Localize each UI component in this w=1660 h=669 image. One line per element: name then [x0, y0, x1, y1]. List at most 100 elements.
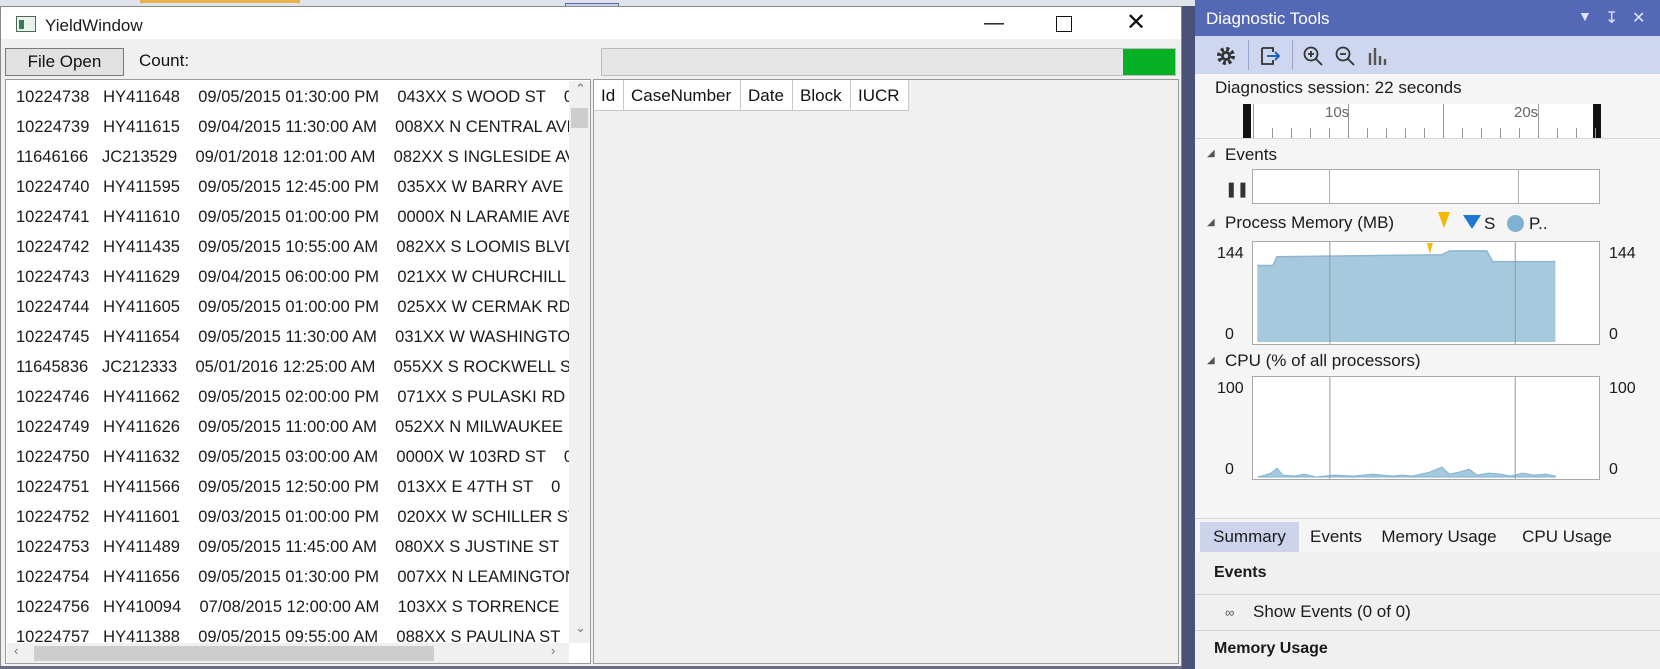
list-item[interactable]: 10224743 HY411629 09/04/2015 06:00:00 PM…	[16, 262, 590, 292]
data-grid[interactable]: Id CaseNumber Date Block IUCR	[593, 79, 1179, 664]
collapse-memory-icon[interactable]: ◢	[1207, 217, 1215, 228]
cpu-y-max-left: 100	[1217, 380, 1244, 397]
cpu-y-max-right: 100	[1609, 380, 1636, 397]
list-item[interactable]: 10224749 HY411626 09/05/2015 11:00:00 AM…	[16, 412, 563, 442]
timeline-tick	[1272, 128, 1273, 138]
events-section-title: Events	[1225, 145, 1277, 164]
list-item[interactable]: 10224753 HY411489 09/05/2015 11:45:00 AM…	[16, 532, 559, 562]
column-header[interactable]: Block	[793, 80, 851, 111]
vertical-scroll-thumb[interactable]	[571, 108, 588, 128]
timeline-tick	[1481, 128, 1482, 138]
divider	[1195, 518, 1660, 519]
cpu-section-title: CPU (% of all processors)	[1225, 351, 1421, 370]
scroll-down-icon[interactable]: ⌄	[575, 620, 586, 636]
divider	[1195, 594, 1660, 595]
select-tools-icon[interactable]	[1365, 44, 1389, 68]
tab-cpu-usage[interactable]: CPU Usage	[1507, 522, 1627, 552]
column-header[interactable]: IUCR	[851, 80, 909, 111]
column-header[interactable]: Id	[594, 80, 624, 111]
cpu-y-min-right: 0	[1609, 461, 1618, 478]
toolbar-separator	[1292, 40, 1293, 70]
count-label: Count:	[139, 51, 190, 70]
timeline-tick	[1595, 128, 1596, 138]
list-item[interactable]: 10224745 HY411654 09/05/2015 11:30:00 AM…	[16, 322, 582, 352]
cpu-chart[interactable]	[1252, 376, 1600, 480]
list-item[interactable]: 10224744 HY411605 09/05/2015 01:00:00 PM…	[16, 292, 571, 322]
record-listbox[interactable]: 10224738 HY411648 09/05/2015 01:30:00 PM…	[5, 79, 591, 664]
show-events-icon: ∞	[1225, 605, 1235, 620]
summary-pane: Events ∞ Show Events (0 of 0) Memory Usa…	[1195, 552, 1660, 669]
file-open-button[interactable]: File Open	[5, 48, 124, 76]
pause-icon[interactable]: ❚❚	[1225, 180, 1249, 198]
list-item[interactable]: 11645836 JC212333 05/01/2016 12:25:00 AM…	[16, 352, 581, 382]
list-item[interactable]: 10224756 HY410094 07/08/2015 12:00:00 AM…	[16, 592, 559, 622]
list-item[interactable]: 10224739 HY411615 09/04/2015 11:30:00 AM…	[16, 112, 578, 142]
timeline-start-marker[interactable]	[1243, 104, 1251, 138]
list-item[interactable]: 10224742 HY411435 09/05/2015 10:55:00 AM…	[16, 232, 577, 262]
tab-memory-usage[interactable]: Memory Usage	[1374, 522, 1504, 552]
timeline-tick-label: 20s	[1514, 104, 1539, 121]
timeline-tick	[1557, 128, 1558, 138]
gc-legend-icon	[1463, 215, 1481, 229]
events-track[interactable]	[1252, 169, 1600, 204]
timeline-tick	[1253, 104, 1254, 138]
list-item[interactable]: 10224752 HY411601 09/03/2015 01:00:00 PM…	[16, 502, 578, 532]
zoom-out-icon[interactable]	[1333, 44, 1357, 68]
timeline-ruler[interactable]: 10s 20s	[1243, 104, 1601, 138]
list-item[interactable]: 10224754 HY411656 09/05/2015 01:30:00 PM…	[16, 562, 577, 592]
timeline-tick	[1500, 128, 1501, 138]
list-item[interactable]: 10224746 HY411662 09/05/2015 02:00:00 PM…	[16, 382, 565, 412]
timeline-tick	[1367, 128, 1368, 138]
close-icon[interactable]: ✕	[1101, 7, 1171, 39]
minimize-icon[interactable]: —	[959, 7, 1029, 39]
pin-icon[interactable]: ↧	[1605, 8, 1618, 28]
timeline-tick	[1329, 128, 1330, 138]
title-bar[interactable]: YieldWindow — ✕	[1, 7, 1181, 39]
divider	[1195, 138, 1660, 139]
snapshot-legend-icon	[1438, 212, 1450, 228]
list-item[interactable]: 10224740 HY411595 09/05/2015 12:45:00 PM…	[16, 172, 563, 202]
list-item[interactable]: 10224738 HY411648 09/05/2015 01:30:00 PM…	[16, 82, 573, 112]
tab-events[interactable]: Events	[1302, 522, 1370, 552]
column-header[interactable]: CaseNumber	[624, 80, 741, 111]
list-item[interactable]: 10224751 HY411566 09/05/2015 12:50:00 PM…	[16, 472, 560, 502]
tab-summary[interactable]: Summary	[1200, 522, 1299, 552]
timeline-tick	[1424, 128, 1425, 138]
timeline-tick	[1386, 128, 1387, 138]
horizontal-scroll-thumb[interactable]	[34, 646, 434, 661]
app-icon	[16, 16, 36, 32]
scroll-right-icon[interactable]: ›	[551, 643, 555, 658]
zoom-in-icon[interactable]	[1301, 44, 1325, 68]
settings-icon[interactable]	[1214, 44, 1238, 68]
panel-menu-icon[interactable]: ▼	[1578, 8, 1592, 24]
timeline-tick	[1443, 104, 1444, 138]
list-item[interactable]: 10224750 HY411632 09/05/2015 03:00:00 AM…	[16, 442, 573, 472]
cpu-y-min-left: 0	[1225, 461, 1234, 478]
maximize-icon[interactable]	[1029, 7, 1099, 39]
memory-section-title: Process Memory (MB)	[1225, 213, 1395, 232]
summary-events-header: Events	[1214, 564, 1267, 581]
yield-window: YieldWindow — ✕ File Open Count: 1022473…	[0, 6, 1182, 667]
column-header[interactable]: Date	[741, 80, 793, 111]
scroll-up-icon[interactable]: ⌃	[575, 81, 586, 97]
collapse-cpu-icon[interactable]: ◢	[1207, 355, 1215, 366]
vertical-scrollbar[interactable]	[569, 81, 590, 643]
memory-y-max-left: 144	[1217, 245, 1244, 262]
memory-chart[interactable]	[1252, 241, 1600, 345]
show-events-link[interactable]: Show Events (0 of 0)	[1253, 602, 1411, 622]
timeline-tick	[1519, 128, 1520, 138]
scroll-left-icon[interactable]: ‹	[14, 643, 18, 658]
list-item[interactable]: 10224741 HY411610 09/05/2015 01:00:00 PM…	[16, 202, 574, 232]
snapshot-marker-icon[interactable]	[1426, 242, 1433, 254]
panel-close-icon[interactable]: ✕	[1632, 8, 1645, 28]
cpu-area	[1257, 466, 1556, 478]
panel-title-bar[interactable]: Diagnostic Tools ▼ ↧ ✕	[1195, 0, 1660, 36]
collapse-events-icon[interactable]: ◢	[1207, 148, 1215, 159]
background-accent	[140, 0, 300, 3]
progress-bar	[601, 48, 1176, 76]
export-icon[interactable]	[1258, 44, 1282, 68]
panel-title: Diagnostic Tools	[1206, 9, 1330, 28]
diagnostic-tools-panel: Diagnostic Tools ▼ ↧ ✕ Diagnostics sessi…	[1195, 0, 1660, 669]
list-item[interactable]: 11646166 JC213529 09/01/2018 12:01:00 AM…	[16, 142, 587, 172]
memory-usage-header: Memory Usage	[1214, 640, 1328, 657]
